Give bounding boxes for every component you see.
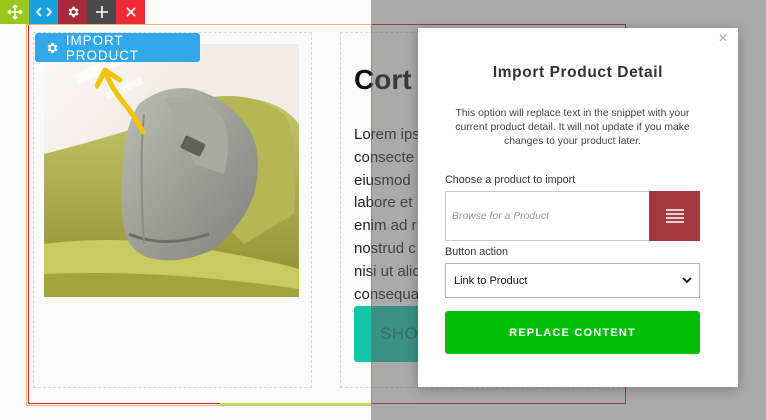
product-image (44, 44, 299, 297)
replace-content-button[interactable]: REPLACE CONTENT (445, 311, 700, 354)
menu-icon (665, 209, 684, 223)
snippet-toolbar (0, 0, 145, 24)
add-button[interactable] (87, 0, 116, 24)
product-field-label: Choose a product to import (445, 174, 576, 186)
button-action-label: Button action (445, 246, 509, 258)
snippet-underline (220, 403, 372, 405)
product-search-input[interactable] (445, 191, 650, 241)
button-action-select[interactable]: Link to Product (445, 263, 700, 298)
settings-button[interactable] (58, 0, 87, 24)
modal-title: Import Product Detail (492, 64, 664, 81)
pointer-arrow-icon (95, 67, 146, 135)
button-action-value: Link to Product (454, 274, 528, 287)
close-icon (125, 7, 136, 17)
modal-description: This option will replace text in the sni… (455, 108, 690, 147)
delete-button[interactable] (116, 0, 145, 24)
chevron-down-icon (682, 277, 692, 284)
move-icon (7, 4, 22, 20)
move-button[interactable] (0, 0, 29, 24)
gear-icon (68, 6, 79, 18)
import-product-button[interactable]: IMPORT PRODUCT (35, 32, 200, 63)
code-button[interactable] (29, 0, 58, 24)
plus-icon (95, 6, 108, 18)
import-product-label: IMPORT PRODUCT (65, 32, 139, 63)
gear-icon (47, 42, 58, 53)
modal-close-button[interactable]: × (716, 31, 730, 47)
browse-products-button[interactable] (649, 191, 700, 241)
code-icon (35, 7, 52, 17)
